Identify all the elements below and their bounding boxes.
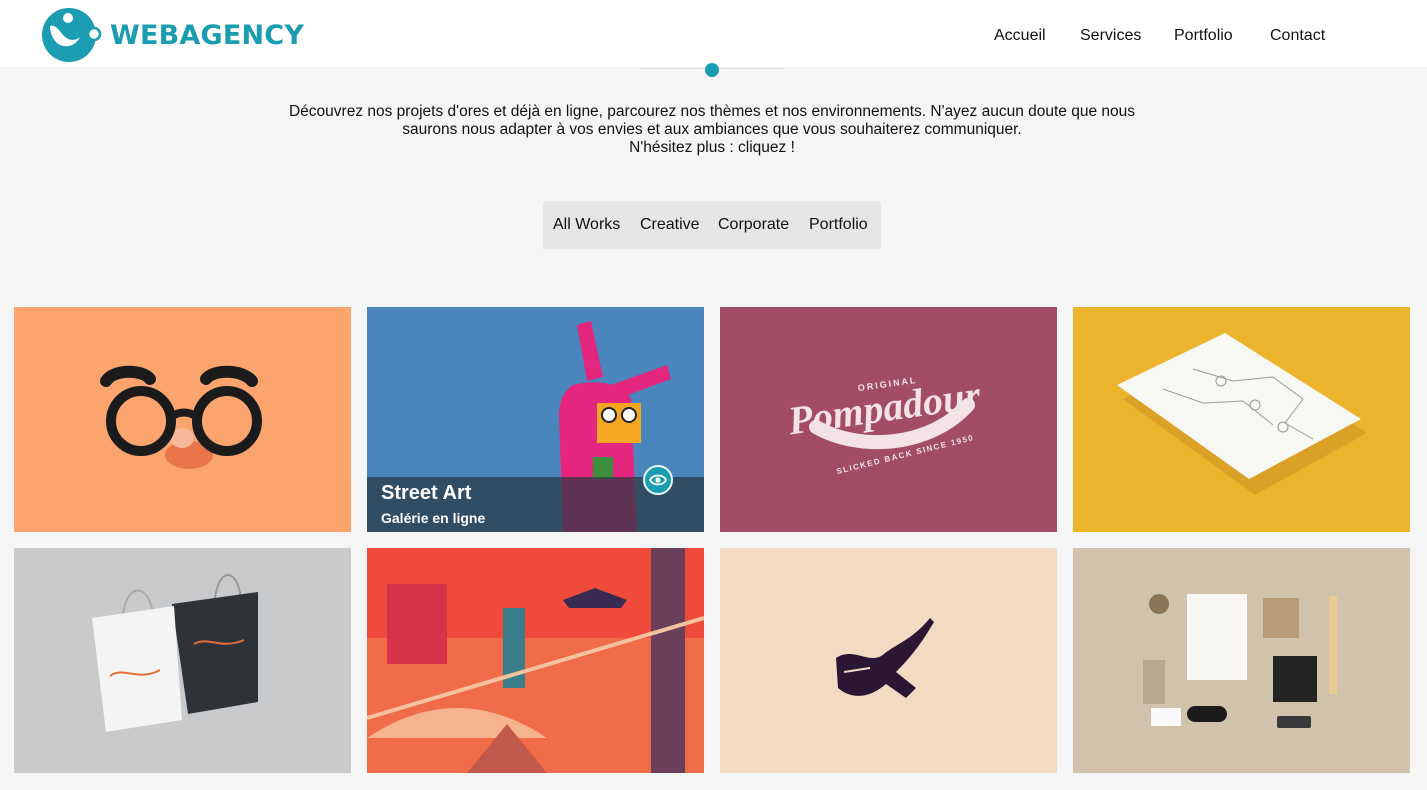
filter-creative[interactable]: Creative <box>640 216 700 234</box>
city-illustration-image <box>367 548 704 773</box>
brand-logo[interactable]: WEBAGENCY <box>42 6 304 64</box>
intro-line-2: saurons nous adapter à vos envies et aux… <box>402 121 1022 138</box>
portfolio-item[interactable] <box>14 307 351 532</box>
portfolio-item[interactable] <box>367 548 704 773</box>
portfolio-item[interactable]: ORIGINAL Pompadour SLICKED BACK SINCE 19… <box>720 307 1057 532</box>
nav-item-portfolio[interactable]: Portfolio <box>1174 27 1233 45</box>
eye-icon <box>649 474 667 486</box>
portfolio-item-subtitle: Galérie en ligne <box>381 510 486 526</box>
portfolio-item[interactable] <box>1073 548 1410 773</box>
nav-item-accueil[interactable]: Accueil <box>994 27 1046 45</box>
filter-all-works[interactable]: All Works <box>553 216 620 234</box>
portfolio-item[interactable] <box>720 548 1057 773</box>
portfolio-item-street-art[interactable]: Street Art Galérie en ligne <box>367 307 704 532</box>
intro-line-3: N'hésitez plus : cliquez ! <box>629 139 795 156</box>
stationery-paper-image <box>1073 307 1410 532</box>
portfolio-item[interactable] <box>14 548 351 773</box>
pompadour-logo-image: ORIGINAL Pompadour SLICKED BACK SINCE 19… <box>720 307 1057 532</box>
brand-name: WEBAGENCY <box>110 19 305 51</box>
view-project-button[interactable] <box>643 465 673 495</box>
portfolio-filter-bar: All Works Creative Corporate Portfolio <box>543 201 881 249</box>
site-header: WEBAGENCY Accueil Services Portfolio Con… <box>0 0 1427 67</box>
portfolio-item-title: Street Art <box>381 482 472 504</box>
pen-bird-logo-image <box>720 548 1057 773</box>
intro-line-1: Découvrez nos projets d'ores et déjà en … <box>288 103 1135 120</box>
branding-mockup-image <box>1073 548 1410 773</box>
brand-logo-icon <box>42 8 102 62</box>
nav-item-contact[interactable]: Contact <box>1270 27 1325 45</box>
intro-text: Découvrez nos projets d'ores et déjà en … <box>260 103 1164 157</box>
portfolio-item[interactable] <box>1073 307 1410 532</box>
shopping-bags-mockup-image <box>14 548 351 773</box>
glasses-disguise-image <box>14 307 351 532</box>
section-divider-dot <box>705 63 719 77</box>
filter-corporate[interactable]: Corporate <box>718 216 789 234</box>
filter-portfolio[interactable]: Portfolio <box>809 216 868 234</box>
nav-item-services[interactable]: Services <box>1080 27 1141 45</box>
